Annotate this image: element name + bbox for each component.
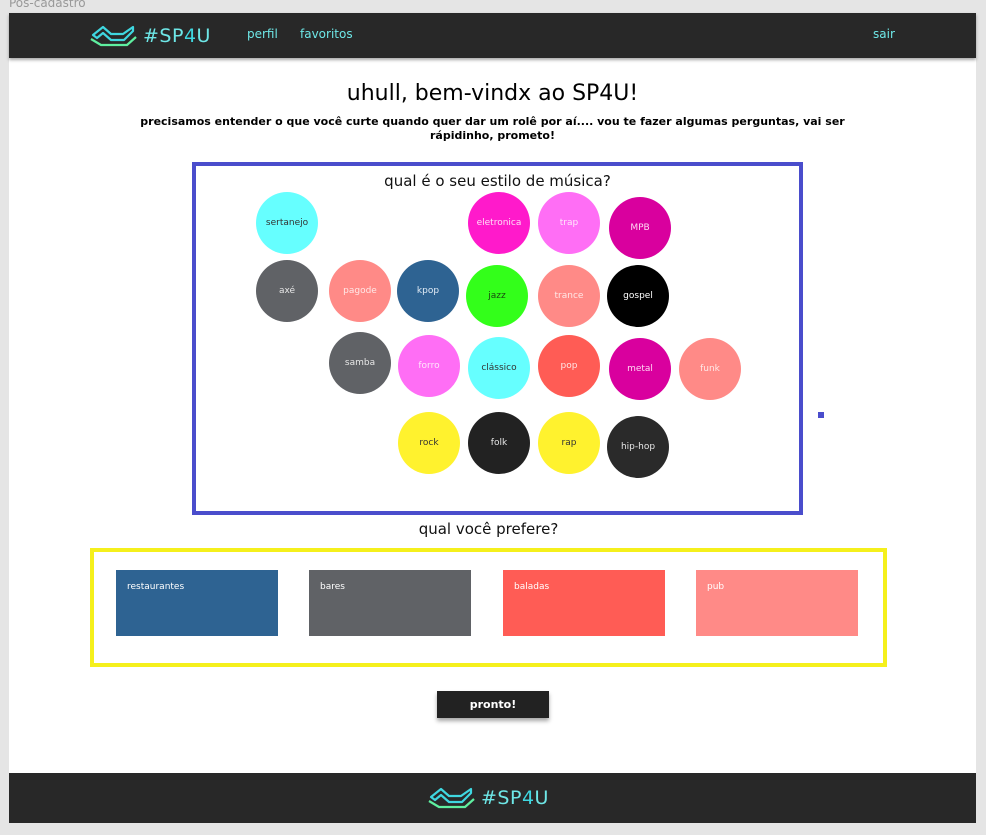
genre-bubble-14[interactable]: metal [609, 338, 671, 400]
genre-bubble-15[interactable]: funk [679, 338, 741, 400]
genre-bubble-2[interactable]: trap [538, 192, 600, 254]
genre-bubble-7[interactable]: jazz [466, 265, 528, 327]
genre-bubble-5[interactable]: pagode [329, 260, 391, 322]
genre-bubble-4[interactable]: axé [256, 260, 318, 322]
genre-bubble-10[interactable]: samba [329, 332, 391, 394]
genre-label: MPB [630, 223, 650, 233]
done-button[interactable]: pronto! [437, 691, 549, 718]
genre-label: pop [560, 361, 578, 371]
genre-bubble-19[interactable]: hip-hop [607, 416, 669, 478]
genre-bubble-11[interactable]: forro [398, 335, 460, 397]
place-card-0[interactable]: restaurantes [116, 570, 278, 636]
genre-bubble-6[interactable]: kpop [397, 260, 459, 322]
genre-label: samba [344, 358, 376, 368]
genre-label: gospel [623, 291, 653, 301]
brand-logo[interactable]: #SP4U [89, 23, 211, 49]
genre-bubble-3[interactable]: MPB [609, 197, 671, 259]
logo-mark-icon [427, 785, 477, 811]
page: #SP4U perfil favoritos sair uhull, bem-v… [9, 13, 976, 823]
footer: #SP4U [9, 773, 976, 823]
nav-favorites-link[interactable]: favoritos [300, 27, 353, 41]
top-navbar: #SP4U perfil favoritos sair [9, 13, 976, 58]
footer-brand-name: #SP4U [481, 787, 549, 809]
genre-bubble-1[interactable]: eletronica [468, 192, 530, 254]
genre-label: trance [554, 291, 584, 301]
genre-label: axé [278, 286, 296, 296]
genre-label: rap [561, 438, 577, 448]
genre-label: clássico [481, 363, 517, 373]
genre-label: folk [490, 438, 508, 448]
genre-label: funk [700, 364, 720, 374]
genre-label: sertanejo [265, 218, 309, 228]
genre-bubble-17[interactable]: folk [468, 412, 530, 474]
selection-handle [818, 412, 824, 418]
page-title: uhull, bem-vindx ao SP4U! [346, 81, 639, 106]
genre-bubble-0[interactable]: sertanejo [256, 192, 318, 254]
genre-bubble-9[interactable]: gospel [607, 265, 669, 327]
place-card-label: pub [707, 582, 725, 592]
genre-label: metal [627, 364, 653, 374]
place-card-2[interactable]: baladas [503, 570, 665, 636]
place-card-label: restaurantes [127, 582, 185, 592]
brand-name: #SP4U [143, 25, 211, 47]
genre-label: jazz [488, 291, 506, 301]
genre-label: kpop [416, 286, 440, 296]
nav-profile-link[interactable]: perfil [247, 27, 278, 41]
genre-bubble-18[interactable]: rap [538, 412, 600, 474]
places-question: qual você prefere? [418, 520, 559, 538]
place-card-label: baladas [514, 582, 550, 592]
place-card-3[interactable]: pub [696, 570, 858, 636]
genre-label: hip-hop [620, 442, 656, 452]
genre-bubble-8[interactable]: trance [538, 265, 600, 327]
genre-label: forro [418, 361, 440, 371]
music-question: qual é o seu estilo de música? [384, 172, 611, 190]
genre-bubble-12[interactable]: clássico [468, 337, 530, 399]
genre-label: rock [419, 438, 439, 448]
footer-brand-logo: #SP4U [427, 785, 549, 811]
logo-mark-icon [89, 23, 139, 49]
page-subtitle: precisamos entender o que você curte qua… [140, 115, 845, 142]
genre-label: eletronica [476, 218, 522, 228]
genre-bubble-13[interactable]: pop [538, 335, 600, 397]
genre-label: trap [559, 218, 579, 228]
place-card-label: bares [320, 582, 345, 592]
genre-label: pagode [343, 286, 377, 296]
nav-logout-link[interactable]: sair [873, 27, 895, 41]
place-card-1[interactable]: bares [309, 570, 471, 636]
frame-label: Pós-cadastro [9, 0, 86, 10]
genre-bubble-16[interactable]: rock [398, 412, 460, 474]
